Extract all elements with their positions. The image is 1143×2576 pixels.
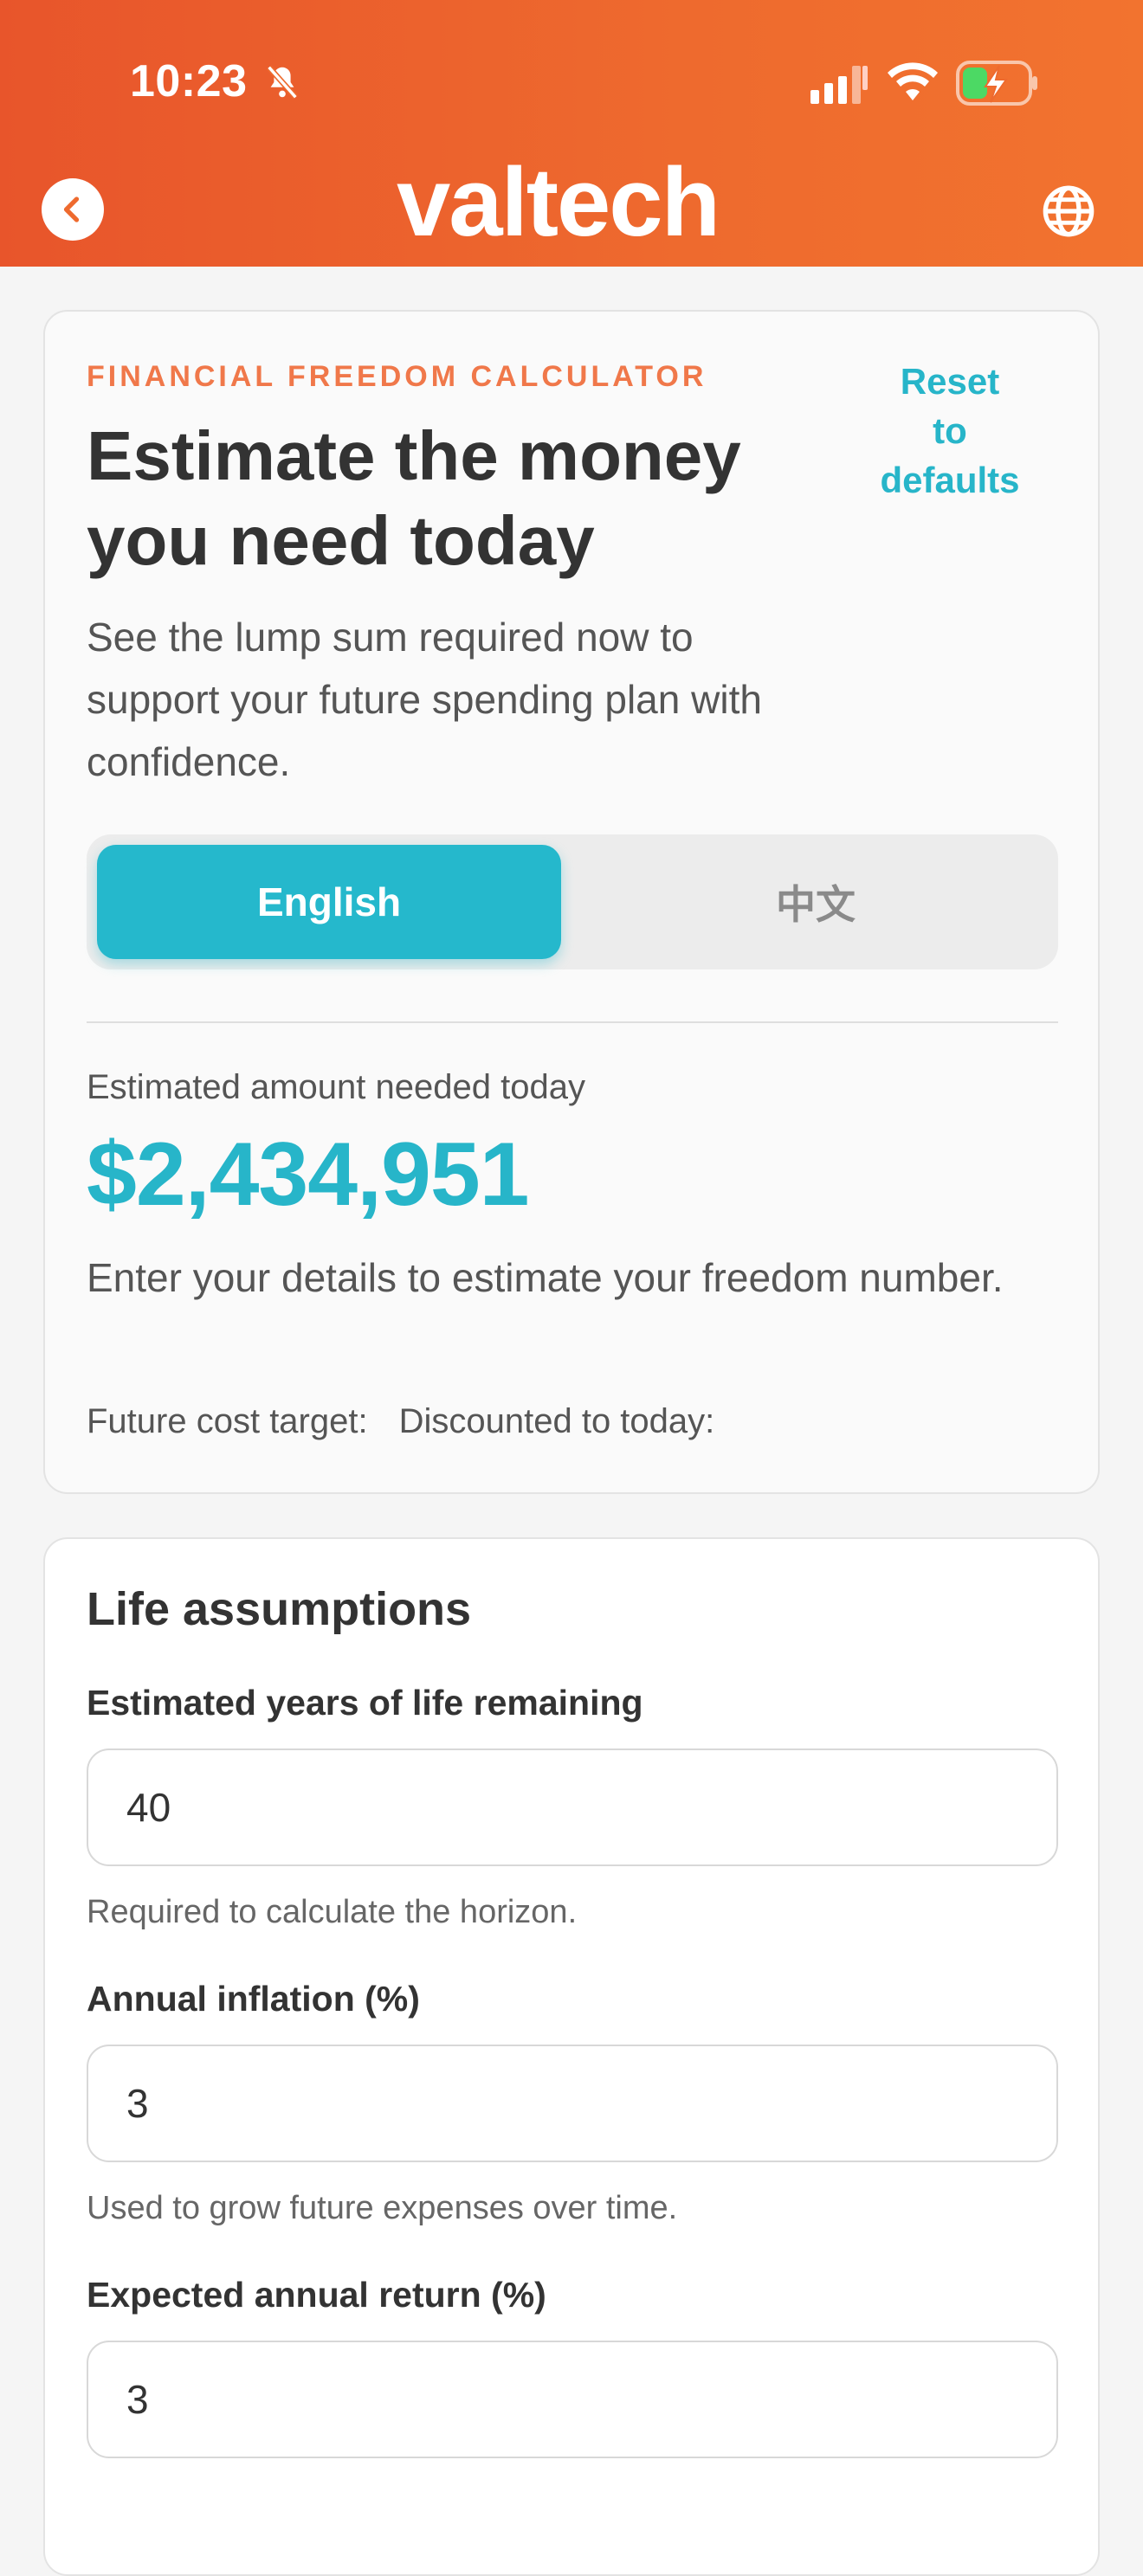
estimate-value: $2,434,951 [87,1124,530,1225]
annual-return-label: Expected annual return (%) [87,2275,546,2315]
life-assumptions-card: Life assumptions Estimated years of life… [43,1537,1100,2576]
back-chevron-icon [63,196,80,222]
signal-icon [810,66,868,104]
calculator-eyebrow: FINANCIAL FREEDOM CALCULATOR [87,360,707,393]
estimate-note: Enter your details to estimate your free… [87,1255,1004,1300]
globe-icon[interactable] [1041,184,1096,239]
years-remaining-input[interactable]: 40 [87,1748,1058,1866]
inflation-input[interactable]: 3 [87,2045,1058,2162]
valtech-logo: valtech [397,148,720,256]
status-time: 10:23 [130,56,248,106]
inflation-help: Used to grow future expenses over time. [87,2190,678,2226]
estimate-breakdown: Future cost target: Discounted to today: [87,1402,746,1441]
language-english-button[interactable]: English [97,845,561,959]
divider [87,1021,1058,1023]
annual-return-input[interactable]: 3 [87,2341,1058,2458]
discounted-label: Discounted to today: [398,1402,715,1440]
bell-off-icon [267,65,298,100]
calculator-summary-card: FINANCIAL FREEDOM CALCULATOR Reset to de… [43,310,1100,1494]
section-title: Life assumptions [87,1583,472,1635]
estimate-label: Estimated amount needed today [87,1068,585,1106]
language-toggle: English 中文 [87,834,1058,969]
back-button[interactable] [42,178,104,241]
battery-charging-icon [956,61,1037,106]
page-subtitle: See the lump sum required now to support… [87,615,762,784]
wifi-icon [888,62,938,100]
inflation-label: Annual inflation (%) [87,1979,420,2019]
app-header: 10:23 valtech [0,0,1143,267]
reset-to-defaults-button[interactable]: Reset to defaults [850,357,1049,505]
years-remaining-help: Required to calculate the horizon. [87,1894,578,1930]
future-cost-label: Future cost target: [87,1402,368,1440]
years-remaining-label: Estimated years of life remaining [87,1683,643,1723]
language-chinese-button[interactable]: 中文 [584,845,1048,959]
page-title: Estimate the money you need today [87,417,741,579]
